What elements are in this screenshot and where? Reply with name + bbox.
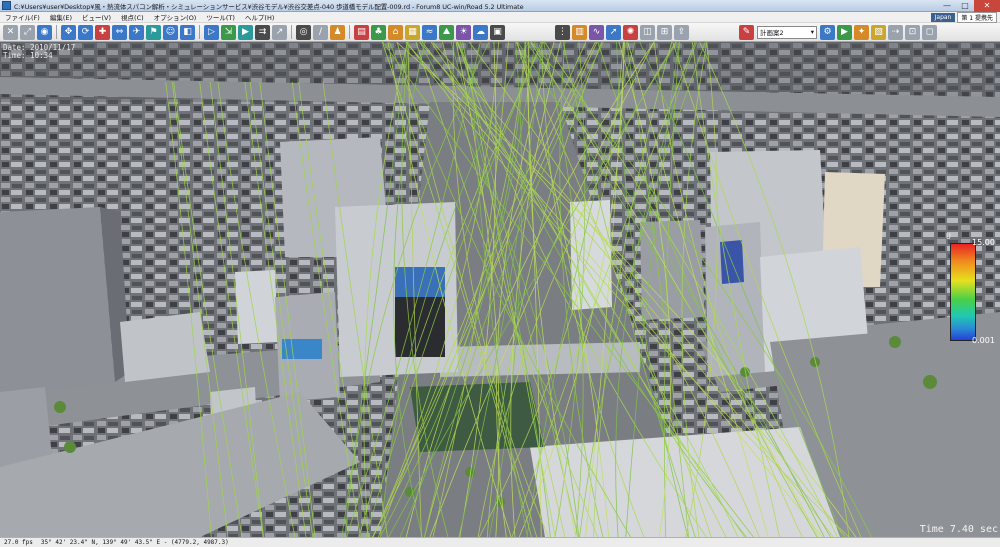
- maximize-button[interactable]: □: [956, 0, 974, 12]
- output-icon[interactable]: ⇢: [888, 24, 903, 40]
- route-icon[interactable]: ↗: [272, 24, 287, 40]
- status-bar: 27.0 fps 35° 42' 23.4" N, 139° 49' 43.5"…: [0, 537, 1000, 547]
- plan-icon[interactable]: ✎: [739, 24, 754, 40]
- legend-label: U: [946, 232, 951, 241]
- record-icon[interactable]: ◉: [37, 24, 52, 40]
- chevron-down-icon: ▾: [810, 28, 814, 36]
- move-icon[interactable]: ✥: [61, 24, 76, 40]
- menu-edit[interactable]: 編集(E): [45, 12, 77, 22]
- drive-icon[interactable]: ⚑: [146, 24, 161, 40]
- plan-select-value: 計画案2: [760, 29, 784, 37]
- slice-icon[interactable]: ◫: [640, 24, 655, 40]
- window-controls: — □ ✕: [938, 0, 1000, 12]
- menu-help[interactable]: ヘルプ(H): [240, 12, 279, 22]
- line-icon[interactable]: ∕: [313, 24, 328, 40]
- title-bar: C:¥Users¥user¥Desktop¥風・熱流体スパコン解析・シミュレーシ…: [0, 0, 1000, 12]
- lock-icon[interactable]: ⊡: [905, 24, 920, 40]
- building-icon[interactable]: ▦: [405, 24, 420, 40]
- legend-min: 0.001: [972, 336, 995, 345]
- velocity-legend: U 15.00 0.001: [946, 232, 1000, 345]
- bus-icon[interactable]: ▤: [354, 24, 369, 40]
- water-icon[interactable]: ≈: [422, 24, 437, 40]
- traffic-icon[interactable]: ⇉: [255, 24, 270, 40]
- menu-viewpoint[interactable]: 視点(C): [116, 12, 149, 22]
- hud-time: Time: 10:34: [3, 51, 53, 60]
- select-icon[interactable]: ▷: [204, 24, 219, 40]
- rotate-icon[interactable]: ⟳: [78, 24, 93, 40]
- 3d-viewport[interactable]: Date: 2010/11/17 Time: 10:34 Time 7.40 s…: [0, 42, 1000, 537]
- scenario-icon[interactable]: ▧: [871, 24, 886, 40]
- play-icon[interactable]: ▶: [837, 24, 852, 40]
- project-indicator[interactable]: 第 1 提携先: [957, 11, 997, 23]
- particle-icon[interactable]: ✺: [623, 24, 638, 40]
- view-2d-icon[interactable]: ◻: [922, 24, 937, 40]
- building-left-tall: [0, 207, 115, 397]
- minimize-button[interactable]: —: [938, 0, 956, 12]
- city-scene[interactable]: [0, 42, 1000, 537]
- fly-icon[interactable]: ✈: [129, 24, 144, 40]
- model-icon[interactable]: ⌂: [388, 24, 403, 40]
- app-icon: [2, 1, 11, 10]
- light-icon[interactable]: ☀: [456, 24, 471, 40]
- window-title: C:¥Users¥user¥Desktop¥風・熱流体スパコン解析・シミュレーシ…: [14, 2, 524, 11]
- grid-icon[interactable]: ⊞: [657, 24, 672, 40]
- weather-icon[interactable]: ☁: [473, 24, 488, 40]
- contour-icon[interactable]: ▥: [572, 24, 587, 40]
- fps-readout: 27.0 fps: [4, 539, 33, 546]
- script-icon[interactable]: ✦: [854, 24, 869, 40]
- plan-settings-icon[interactable]: ⚙: [820, 24, 835, 40]
- menu-view[interactable]: ビュー(V): [77, 12, 116, 22]
- language-indicator[interactable]: Japan: [930, 12, 956, 22]
- menu-bar: ファイル(F) 編集(E) ビュー(V) 視点(C) オプション(O) ツール(…: [0, 11, 1000, 23]
- zoom-icon[interactable]: ⤢: [20, 24, 35, 40]
- camera-icon[interactable]: ◧: [180, 24, 195, 40]
- vector-icon[interactable]: ➚: [606, 24, 621, 40]
- pan-icon[interactable]: ⇔: [112, 24, 127, 40]
- coordinate-readout: 35° 42' 23.4" N, 139° 49' 43.5" E - (477…: [40, 539, 229, 546]
- flow-icon[interactable]: ∿: [589, 24, 604, 40]
- analysis-icon[interactable]: ⋮: [555, 24, 570, 40]
- plan-select[interactable]: 計画案2 ▾: [757, 25, 817, 39]
- menu-file[interactable]: ファイル(F): [0, 12, 45, 22]
- toolbar: ✕ ⤢ ◉ ✥ ⟳ ✚ ⇔ ✈ ⚑ ☺ ◧ ▷ ⇲ ▶ ⇉ ↗ ◎ ∕ ♟ ▤ …: [0, 23, 1000, 42]
- terrain-icon[interactable]: ⛰: [439, 24, 454, 40]
- export-icon[interactable]: ⇪: [674, 24, 689, 40]
- screenshot-icon[interactable]: ▣: [490, 24, 505, 40]
- legend-color-bar: [950, 243, 976, 341]
- tree-icon[interactable]: ♣: [371, 24, 386, 40]
- simulation-time: Time 7.40 sec: [919, 524, 998, 535]
- car-icon[interactable]: ▶: [238, 24, 253, 40]
- legend-max: 15.00: [972, 238, 995, 247]
- person-icon[interactable]: ♟: [330, 24, 345, 40]
- signboard: [282, 339, 322, 359]
- road-icon[interactable]: ⇲: [221, 24, 236, 40]
- close-project-icon[interactable]: ✕: [3, 24, 18, 40]
- menu-options[interactable]: オプション(O): [149, 12, 202, 22]
- walk-icon[interactable]: ☺: [163, 24, 178, 40]
- target-icon[interactable]: ◎: [296, 24, 311, 40]
- close-button[interactable]: ✕: [974, 0, 1000, 12]
- navigate-icon[interactable]: ✚: [95, 24, 110, 40]
- menu-tools[interactable]: ツール(T): [201, 12, 240, 22]
